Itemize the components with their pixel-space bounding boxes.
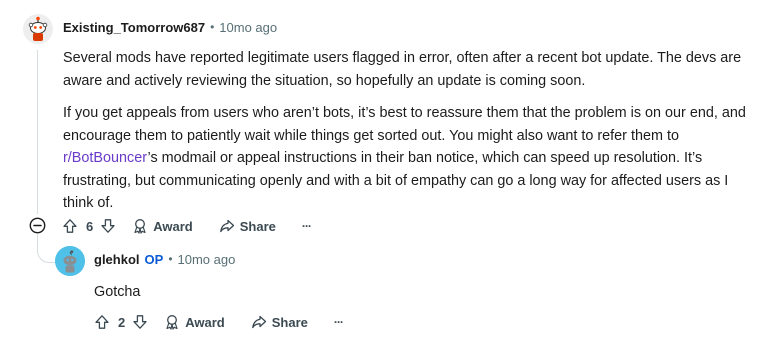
comment-paragraph-1: Several mods have reported legitimate us…	[63, 50, 742, 89]
share-arrow-icon	[219, 219, 234, 233]
more-dots-icon: ···	[333, 315, 344, 329]
comment-meta: Existing_Tomorrow687 • 10mo ago	[63, 18, 277, 36]
award-ribbon-icon	[166, 315, 178, 330]
downvote-button[interactable]	[132, 314, 148, 330]
award-label: Award	[185, 314, 225, 330]
award-button[interactable]: Award	[132, 218, 193, 234]
reply-action-row: 2 Award Share ···	[94, 311, 344, 333]
comment-timestamp[interactable]: 10mo ago	[219, 20, 277, 35]
comment-paragraph-2: If you get appeals from users who aren’t…	[63, 102, 753, 215]
upvote-arrow-icon	[63, 219, 77, 233]
award-button[interactable]: Award	[164, 314, 225, 330]
op-badge: OP	[144, 251, 164, 267]
reply-avatar[interactable]	[55, 246, 85, 276]
downvote-button[interactable]	[100, 218, 116, 234]
award-label: Award	[153, 218, 193, 234]
more-options-button[interactable]: ···	[333, 315, 344, 329]
reply-body: Gotcha	[94, 284, 141, 300]
award-ribbon-icon	[134, 219, 146, 234]
downvote-arrow-icon	[101, 219, 115, 233]
collapse-button[interactable]	[29, 217, 46, 234]
reply-meta: glehkol OP • 10mo ago	[94, 250, 235, 268]
upvote-button[interactable]	[94, 314, 110, 330]
reply-author[interactable]: glehkol	[94, 252, 140, 267]
share-label: Share	[239, 218, 276, 234]
vote-count: 6	[86, 218, 94, 234]
share-button[interactable]: Share	[219, 218, 276, 234]
collapse-minus-icon	[29, 217, 46, 234]
reply-timestamp[interactable]: 10mo ago	[178, 252, 236, 267]
meta-separator: •	[168, 252, 173, 266]
share-button[interactable]: Share	[251, 314, 308, 330]
paragraph-2-text-b: ’s modmail or appeal instructions in the…	[63, 150, 729, 211]
upvote-button[interactable]	[62, 218, 78, 234]
comment-action-row: 6 Award Share ···	[62, 215, 312, 237]
comment-author[interactable]: Existing_Tomorrow687	[63, 20, 205, 35]
reply-branch-line	[37, 234, 55, 263]
meta-separator: •	[210, 20, 215, 34]
paragraph-2-text-a: If you get appeals from users who aren’t…	[63, 105, 746, 144]
share-label: Share	[271, 314, 308, 330]
share-arrow-icon	[251, 315, 266, 329]
downvote-arrow-icon	[133, 315, 147, 329]
comment-body: Several mods have reported legitimate us…	[63, 47, 753, 215]
more-options-button[interactable]: ···	[301, 219, 312, 233]
more-dots-icon: ···	[301, 219, 312, 233]
thread-line[interactable]	[37, 50, 38, 214]
upvote-arrow-icon	[95, 315, 109, 329]
comment-avatar[interactable]	[23, 14, 53, 44]
vote-count: 2	[118, 314, 126, 330]
subreddit-link[interactable]: r/BotBouncer	[63, 150, 148, 166]
